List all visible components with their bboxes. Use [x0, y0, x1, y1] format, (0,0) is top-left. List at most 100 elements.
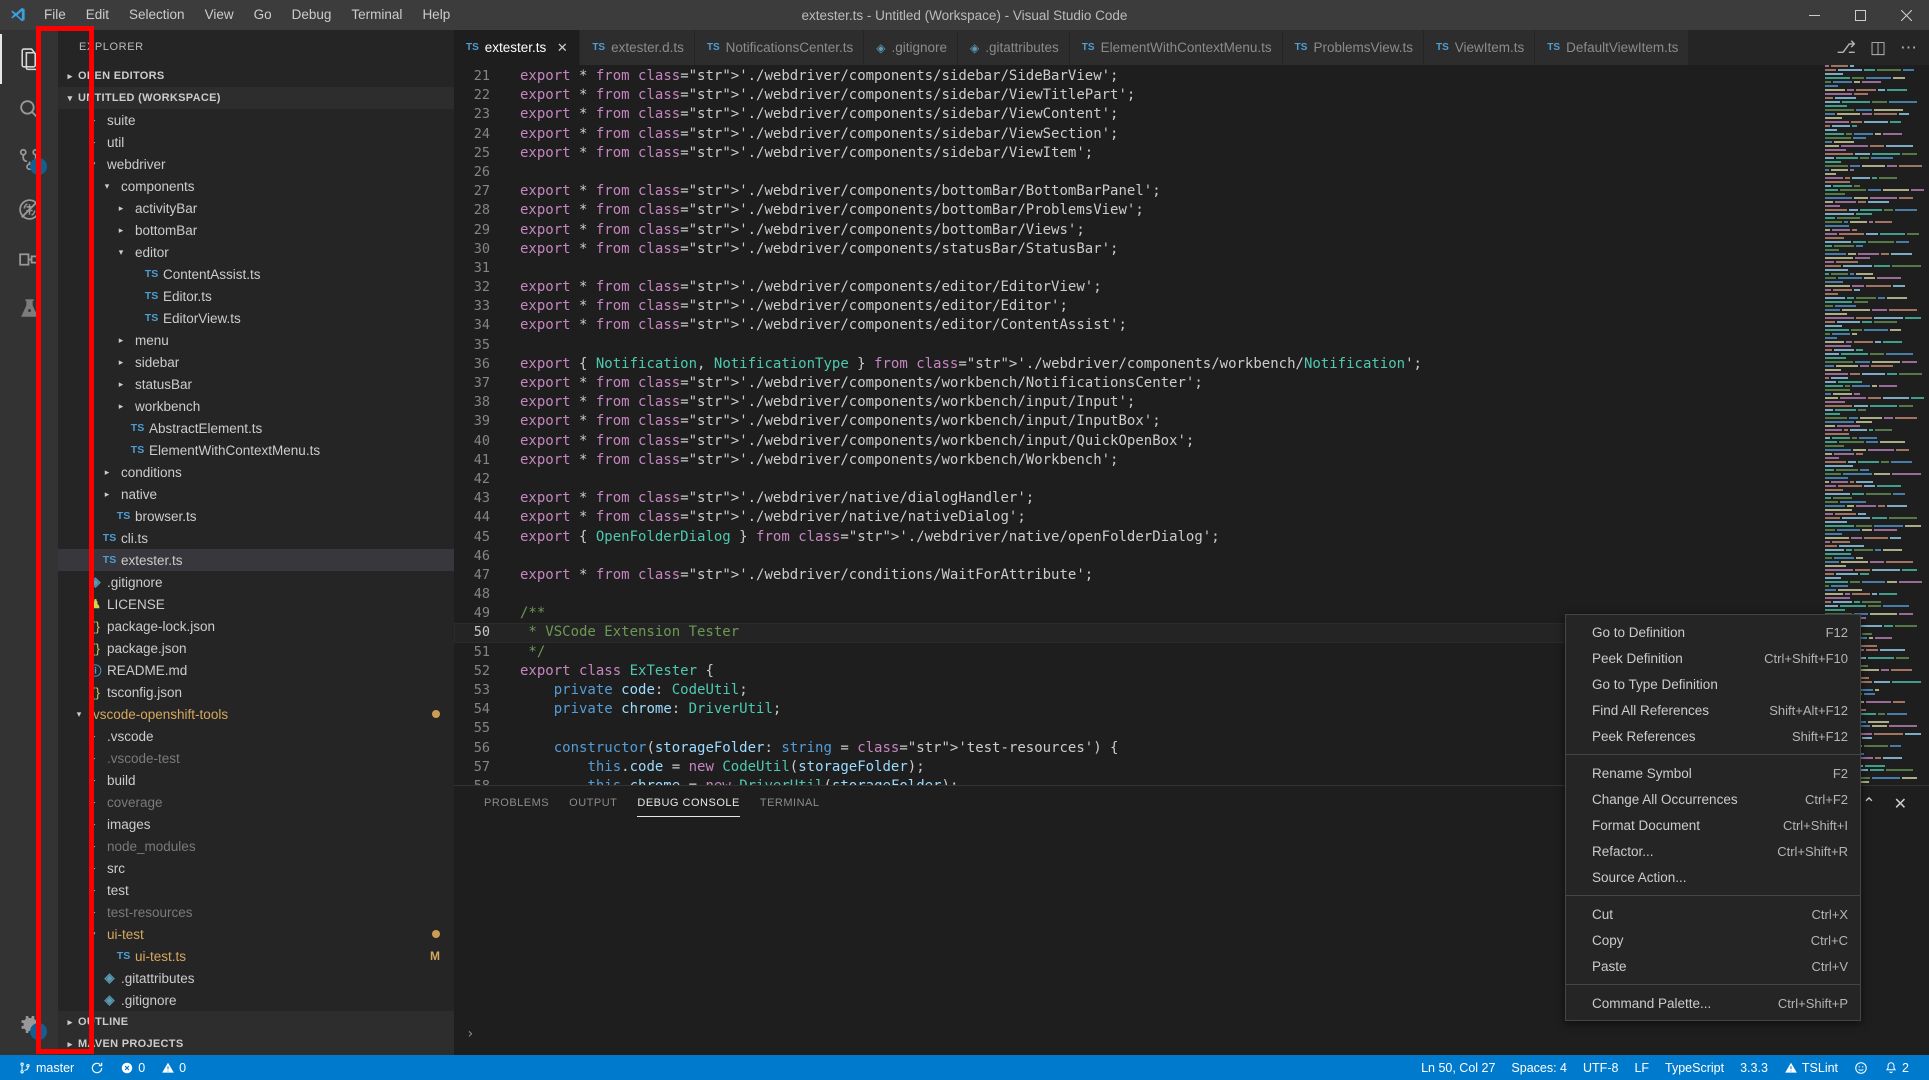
context-menu-item[interactable]: Refactor... Ctrl+Shift+R	[1566, 838, 1860, 864]
menu-file[interactable]: File	[34, 0, 76, 30]
tree-folder-row[interactable]: ▸ conditions	[58, 461, 454, 483]
activity-search[interactable]	[0, 84, 58, 134]
status-warnings[interactable]: 0	[153, 1055, 194, 1080]
section-outline[interactable]: ▸ OUTLINE	[58, 1011, 454, 1033]
tree-file-row[interactable]: ▸♟LICENSE	[58, 593, 454, 615]
activity-manage-settings[interactable]: 1	[0, 999, 58, 1049]
editor-tab[interactable]: TS ElementWithContextMenu.ts	[1069, 30, 1283, 65]
tree-file-row[interactable]: ▸TSEditorView.ts	[58, 307, 454, 329]
activity-test[interactable]	[0, 284, 58, 334]
tree-folder-row[interactable]: ▸ .vscode	[58, 725, 454, 747]
context-menu-item[interactable]: Change All Occurrences Ctrl+F2	[1566, 786, 1860, 812]
section-workspace[interactable]: ▾ UNTITLED (WORKSPACE)	[58, 87, 454, 109]
status-branch[interactable]: master	[10, 1055, 82, 1080]
editor-tab[interactable]: TS NotificationsCenter.ts	[694, 30, 865, 65]
tree-folder-row[interactable]: ▸ statusBar	[58, 373, 454, 395]
tree-folder-row[interactable]: ▾ vscode-openshift-tools	[58, 703, 454, 725]
close-button[interactable]	[1883, 0, 1929, 30]
tree-file-row[interactable]: ▸TSEditor.ts	[58, 285, 454, 307]
tree-folder-row[interactable]: ▸ src	[58, 857, 454, 879]
panel-tab[interactable]: OUTPUT	[559, 786, 627, 821]
file-tree[interactable]: ▸ suite ▸ util ▾ webdriver ▾ components ▸ activit…	[58, 109, 454, 1011]
tree-folder-row[interactable]: ▸ node_modules	[58, 835, 454, 857]
tree-folder-row[interactable]: ▸ sidebar	[58, 351, 454, 373]
section-maven-projects[interactable]: ▸ MAVEN PROJECTS	[58, 1033, 454, 1055]
activity-explorer[interactable]	[0, 34, 58, 84]
tree-file-row[interactable]: ▸TSui-test.tsM	[58, 945, 454, 967]
tree-folder-row[interactable]: ▸ util	[58, 131, 454, 153]
menu-help[interactable]: Help	[412, 0, 460, 30]
tree-folder-row[interactable]: ▾ webdriver	[58, 153, 454, 175]
tree-file-row[interactable]: ▸{}package.json	[58, 637, 454, 659]
status-indentation[interactable]: Spaces: 4	[1503, 1055, 1575, 1080]
close-tab-icon[interactable]: ✕	[555, 40, 569, 56]
context-menu-item[interactable]: Go to Definition F12	[1566, 619, 1860, 645]
context-menu-item[interactable]: Find All References Shift+Alt+F12	[1566, 697, 1860, 723]
panel-tab[interactable]: TERMINAL	[750, 786, 830, 821]
tree-file-row[interactable]: ▸◈.gitignore	[58, 989, 454, 1011]
maximize-panel-icon[interactable]: ⌃	[1862, 794, 1875, 814]
panel-tab[interactable]: DEBUG CONSOLE	[627, 786, 749, 821]
tree-file-row[interactable]: ▸◈.gitattributes	[58, 967, 454, 989]
tree-folder-row[interactable]: ▸ coverage	[58, 791, 454, 813]
context-menu-item[interactable]: Source Action...	[1566, 864, 1860, 890]
debug-console-input[interactable]: ›	[454, 1023, 1929, 1045]
tree-folder-row[interactable]: ▾ editor	[58, 241, 454, 263]
tree-folder-row[interactable]: ▸ images	[58, 813, 454, 835]
tree-folder-row[interactable]: ▸ test	[58, 879, 454, 901]
status-sync[interactable]	[82, 1055, 112, 1080]
tree-folder-row[interactable]: ▸ .vscode-test	[58, 747, 454, 769]
editor-tab[interactable]: TS DefaultViewItem.ts	[1535, 30, 1690, 65]
tree-file-row[interactable]: ▸TScli.ts	[58, 527, 454, 549]
tree-file-row[interactable]: ▸TSbrowser.ts	[58, 505, 454, 527]
activity-debug[interactable]	[0, 184, 58, 234]
activity-extensions[interactable]	[0, 234, 58, 284]
tree-folder-row[interactable]: ▸ menu	[58, 329, 454, 351]
tree-file-row[interactable]: ▸ⓘREADME.md	[58, 659, 454, 681]
close-panel-icon[interactable]: ✕	[1894, 794, 1907, 814]
minimize-button[interactable]	[1791, 0, 1837, 30]
split-editor-icon[interactable]: ◫	[1870, 38, 1886, 58]
status-typescript-version[interactable]: 3.3.3	[1732, 1055, 1776, 1080]
more-actions-icon[interactable]: ⋯	[1900, 38, 1917, 58]
maximize-button[interactable]	[1837, 0, 1883, 30]
tree-folder-row[interactable]: ▾ ui-test	[58, 923, 454, 945]
tree-folder-row[interactable]: ▸ workbench	[58, 395, 454, 417]
editor-tab[interactable]: TS extester.d.ts	[580, 30, 695, 65]
menu-view[interactable]: View	[195, 0, 244, 30]
editor-tab[interactable]: TS ProblemsView.ts	[1282, 30, 1424, 65]
editor-tab[interactable]: ◈ .gitattributes	[958, 30, 1070, 65]
tree-folder-row[interactable]: ▸ native	[58, 483, 454, 505]
section-open-editors[interactable]: ▸ OPEN EDITORS	[58, 65, 454, 87]
context-menu-item[interactable]: Copy Ctrl+C	[1566, 927, 1860, 953]
menu-terminal[interactable]: Terminal	[341, 0, 412, 30]
status-notifications[interactable]: 2	[1876, 1055, 1917, 1080]
context-menu-item[interactable]: Paste Ctrl+V	[1566, 953, 1860, 979]
status-eol[interactable]: LF	[1626, 1055, 1657, 1080]
menu-debug[interactable]: Debug	[282, 0, 342, 30]
tree-folder-row[interactable]: ▸ bottomBar	[58, 219, 454, 241]
tree-folder-row[interactable]: ▸ test-resources	[58, 901, 454, 923]
context-menu-item[interactable]: Rename Symbol F2	[1566, 760, 1860, 786]
context-menu-item[interactable]: Cut Ctrl+X	[1566, 901, 1860, 927]
tree-file-row[interactable]: ▸◈.gitignore	[58, 571, 454, 593]
run-and-debug-icon[interactable]: ⎇	[1836, 38, 1856, 58]
status-encoding[interactable]: UTF-8	[1575, 1055, 1626, 1080]
panel-tab[interactable]: PROBLEMS	[474, 786, 559, 821]
context-menu-item[interactable]: Peek References Shift+F12	[1566, 723, 1860, 749]
context-menu-item[interactable]: Format Document Ctrl+Shift+I	[1566, 812, 1860, 838]
editor-tab[interactable]: TS ViewItem.ts	[1423, 30, 1536, 65]
editor-tab[interactable]: ◈ .gitignore	[864, 30, 959, 65]
status-feedback[interactable]	[1846, 1055, 1876, 1080]
tree-file-row[interactable]: ▸TSextester.ts	[58, 549, 454, 571]
tree-file-row[interactable]: ▸{}tsconfig.json	[58, 681, 454, 703]
tree-folder-row[interactable]: ▾ components	[58, 175, 454, 197]
context-menu-item[interactable]: Peek Definition Ctrl+Shift+F10	[1566, 645, 1860, 671]
menu-go[interactable]: Go	[244, 0, 282, 30]
context-menu-item[interactable]: Go to Type Definition	[1566, 671, 1860, 697]
tree-file-row[interactable]: ▸TSAbstractElement.ts	[58, 417, 454, 439]
editor-tab[interactable]: TS extester.ts ✕	[454, 30, 581, 65]
tree-folder-row[interactable]: ▸ activityBar	[58, 197, 454, 219]
status-cursor-position[interactable]: Ln 50, Col 27	[1413, 1055, 1503, 1080]
status-tslint[interactable]: TSLint	[1776, 1055, 1846, 1080]
